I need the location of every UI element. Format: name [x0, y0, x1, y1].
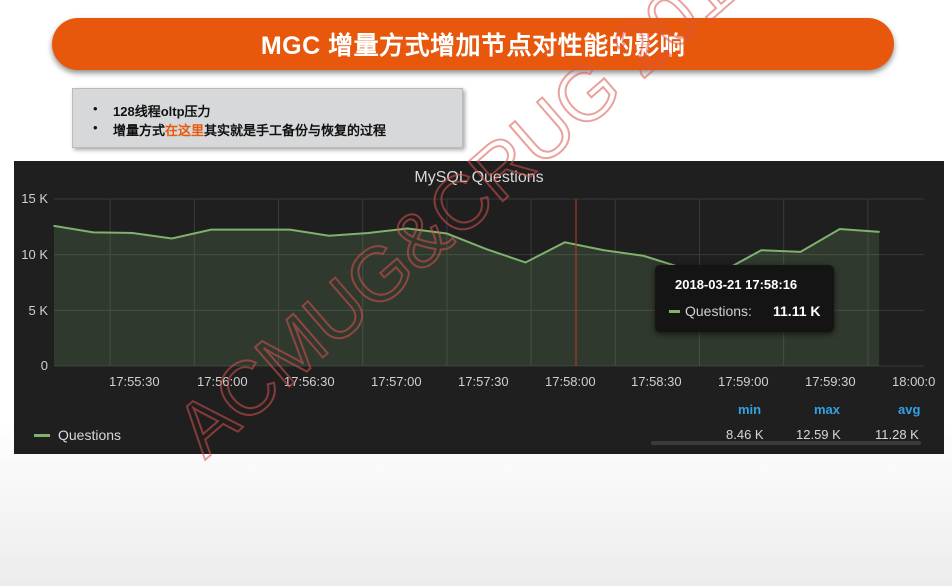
- tooltip-time: 2018-03-21 17:58:16: [675, 277, 798, 292]
- legend-value-max: 12.59 K: [796, 427, 841, 442]
- legend-label: Questions: [58, 427, 122, 443]
- y-tick-label: 5 K: [28, 303, 48, 318]
- legend-header-min[interactable]: min: [738, 402, 761, 417]
- series-point: [799, 251, 802, 253]
- bullet-item-1: • 128线程oltp压力: [93, 101, 211, 120]
- series-point: [288, 228, 291, 231]
- slide-title: MGC 增量方式增加节点对性能的影响: [260, 32, 686, 60]
- series-point: [328, 234, 330, 237]
- tooltip-series-row: Questions:: [669, 303, 752, 319]
- panel-title[interactable]: MySQL Questions: [14, 169, 944, 187]
- tooltip-value: 11.11 K: [773, 303, 821, 319]
- y-tick-label: 0: [40, 358, 48, 373]
- series-point: [406, 227, 409, 230]
- series-point: [131, 232, 134, 234]
- bullet-item-2: • 增量方式在这里其实就是手工备份与恢复的过程: [93, 120, 386, 139]
- x-tick-label: 18:00:0: [892, 374, 936, 389]
- tooltip-color-swatch: [669, 309, 680, 313]
- x-tick-label: 17:57:00: [371, 374, 422, 389]
- series-point: [760, 249, 763, 252]
- y-tick-label: 10 K: [21, 247, 48, 262]
- title-banner: MGC 增量方式增加节点对性能的影响: [52, 18, 894, 70]
- series-point: [642, 254, 645, 257]
- bullet-text-highlight: 在这里: [165, 123, 205, 138]
- series-point: [563, 241, 566, 244]
- series-point: [603, 249, 605, 252]
- bullet-box: • 128线程oltp压力 • 增量方式在这里其实就是手工备份与恢复的过程: [72, 88, 463, 148]
- series-point: [839, 228, 841, 230]
- series-point: [878, 231, 880, 233]
- bullet-text-after: 其实就是手工备份与恢复的过程: [204, 123, 387, 138]
- series-point: [210, 228, 212, 231]
- legend-header-max[interactable]: max: [814, 402, 840, 417]
- x-tick-label: 17:57:30: [458, 374, 509, 389]
- series-point: [524, 261, 527, 264]
- bullet-dot: •: [93, 120, 98, 135]
- series-point: [446, 232, 448, 235]
- legend-value-min: 8.46 K: [726, 427, 764, 442]
- legend-item-questions[interactable]: Questions: [34, 427, 121, 443]
- series-point: [485, 248, 487, 250]
- x-tick-label: 17:59:30: [805, 374, 856, 389]
- series-point: [92, 231, 95, 234]
- series-point: [171, 237, 173, 240]
- legend-scrollbar[interactable]: [651, 441, 921, 445]
- bullet-text-before: 增量方式: [113, 123, 166, 138]
- y-tick-label: 15 K: [21, 191, 48, 206]
- series-point: [367, 232, 370, 234]
- legend-color-swatch: [34, 433, 50, 437]
- hover-tooltip: 2018-03-21 17:58:16 Questions: 11.11 K: [655, 265, 834, 332]
- tooltip-series-label: Questions:: [685, 303, 752, 319]
- x-tick-label: 17:58:30: [631, 374, 682, 389]
- bullet-text: 增量方式在这里其实就是手工备份与恢复的过程: [113, 123, 386, 138]
- series-point: [53, 225, 55, 227]
- series-point: [249, 228, 252, 231]
- x-tick-label: 17:55:30: [109, 374, 160, 389]
- grafana-panel: MySQL Questions 15 K 10 K 5 K 0 17:55:30…: [14, 161, 944, 454]
- x-tick-label: 17:56:30: [284, 374, 335, 389]
- legend-header-avg[interactable]: avg: [898, 402, 920, 417]
- x-tick-label: 17:58:00: [545, 374, 596, 389]
- x-tick-label: 17:59:00: [718, 374, 769, 389]
- bullet-dot: •: [93, 101, 98, 116]
- legend-value-avg: 11.28 K: [875, 427, 919, 442]
- bullet-text: 128线程oltp压力: [113, 104, 211, 119]
- x-tick-label: 17:56:00: [197, 374, 248, 389]
